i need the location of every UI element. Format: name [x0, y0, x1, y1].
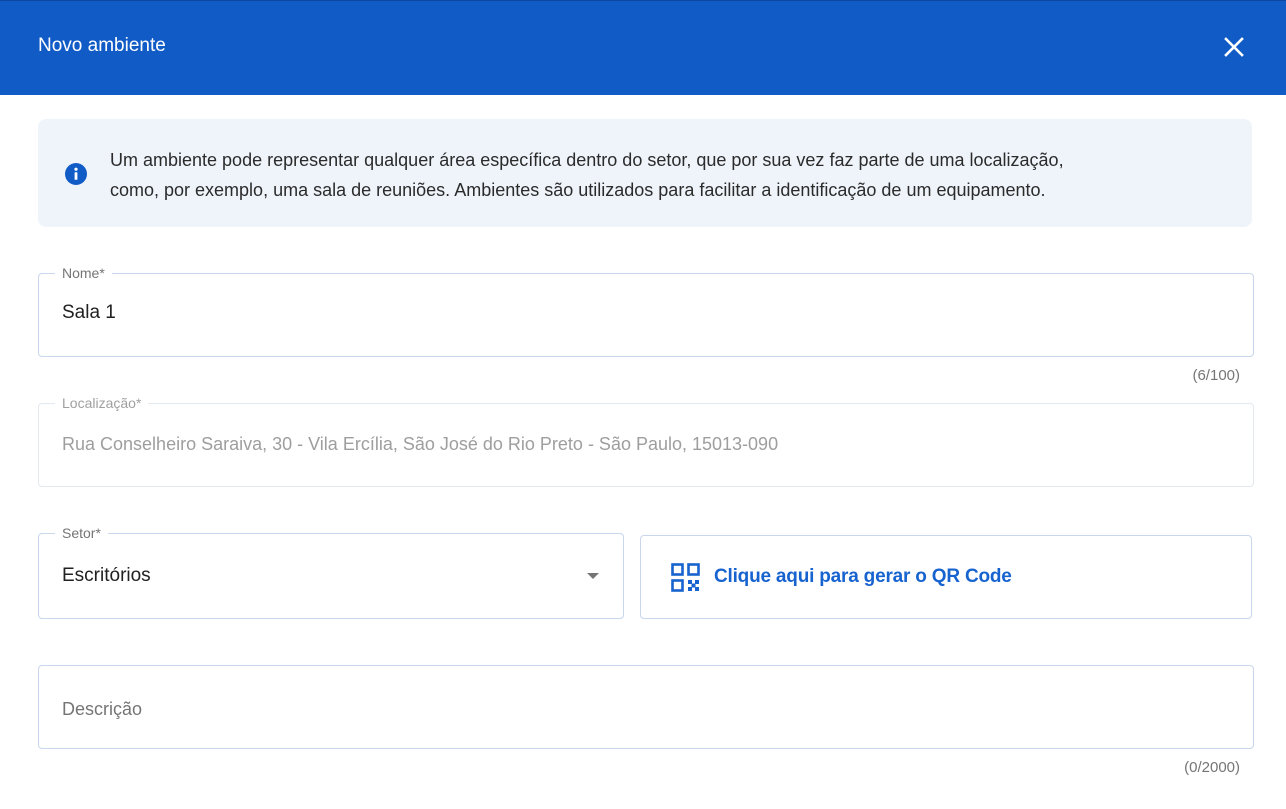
info-banner: Um ambiente pode representar qualquer ár…: [38, 119, 1252, 227]
name-field[interactable]: Nome* Sala 1: [38, 263, 1254, 357]
close-icon: [1224, 37, 1244, 57]
name-field-label: Nome*: [55, 263, 112, 283]
location-field-label: Localização*: [55, 393, 149, 413]
name-char-counter: (6/100): [1192, 367, 1240, 384]
generate-qr-code-button[interactable]: Clique aqui para gerar o QR Code: [640, 535, 1252, 619]
dialog-header: Novo ambiente: [0, 0, 1286, 95]
description-placeholder[interactable]: Descrição: [62, 697, 142, 721]
chevron-down-icon[interactable]: [587, 573, 599, 579]
info-text-line: Um ambiente pode representar qualquer ár…: [110, 150, 1064, 170]
sector-select-label: Setor*: [55, 523, 108, 543]
qr-code-icon: [671, 563, 700, 592]
location-field: Localização* Rua Conselheiro Saraiva, 30…: [38, 393, 1254, 487]
name-field-value[interactable]: Sala 1: [62, 301, 116, 325]
description-field[interactable]: Descrição: [38, 665, 1254, 749]
info-icon: [65, 163, 87, 185]
location-field-value: Rua Conselheiro Saraiva, 30 - Vila Ercíl…: [62, 434, 779, 454]
info-text: Um ambiente pode representar qualquer ár…: [110, 145, 1220, 205]
dialog-title: Novo ambiente: [38, 35, 166, 56]
sector-select-value[interactable]: Escritórios: [62, 564, 151, 588]
description-char-counter: (0/2000): [1184, 759, 1240, 776]
info-text-line: como, por exemplo, uma sala de reuniões.…: [110, 180, 1046, 200]
generate-qr-code-label: Clique aqui para gerar o QR Code: [714, 566, 1012, 587]
close-button[interactable]: [1219, 32, 1249, 62]
new-environment-dialog: Novo ambiente Um ambiente pode represent…: [0, 0, 1286, 809]
sector-select[interactable]: Setor* Escritórios: [38, 523, 624, 619]
